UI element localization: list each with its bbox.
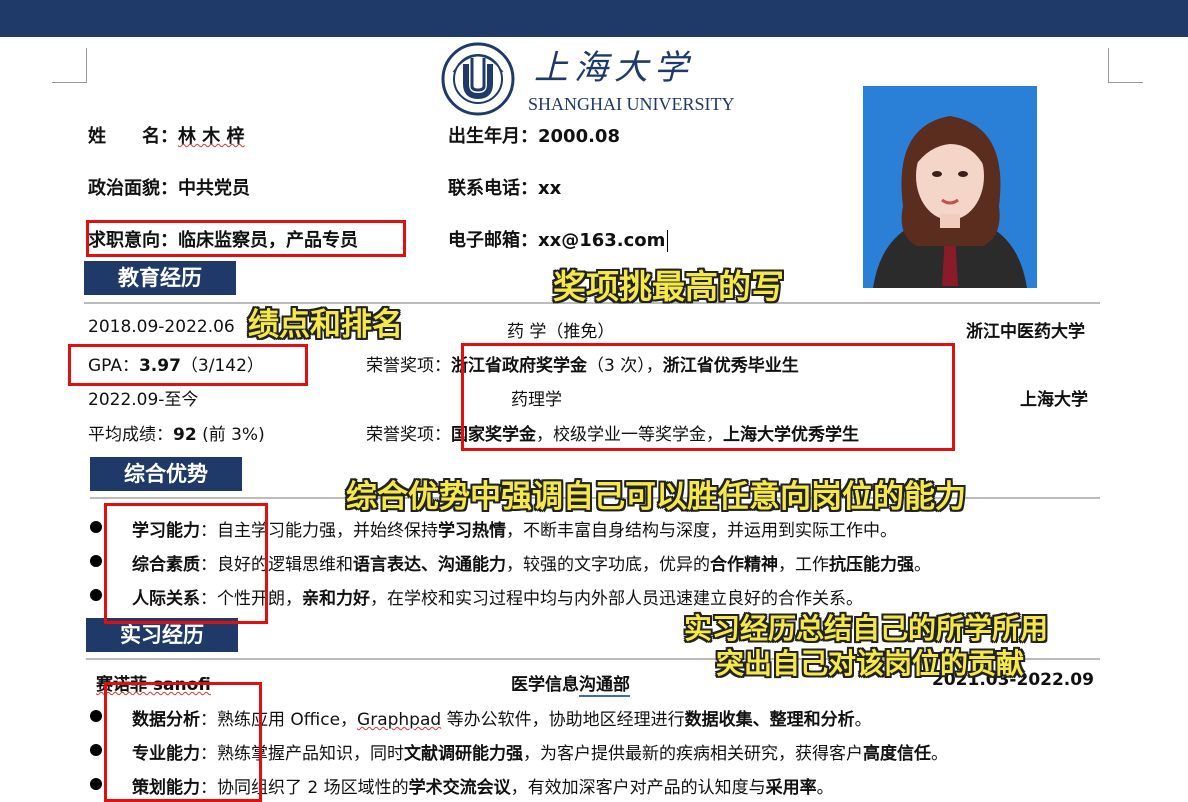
internship-department-b: 沟通部 bbox=[579, 675, 630, 697]
internship-bold: 采用率 bbox=[765, 778, 817, 798]
highlight-box-internship-labels bbox=[104, 682, 262, 802]
politics-row: 政治面貌：中共党员 bbox=[88, 174, 250, 200]
highlight-box-advantage-labels bbox=[104, 503, 268, 624]
internship-text: ，为客户提供最新的疾病相关研究，获得客户 bbox=[523, 744, 863, 764]
advantage-text: ，较强的文字功底，优异的 bbox=[506, 555, 710, 575]
internship-text: 。 bbox=[854, 710, 872, 730]
advantage-bold: 语言表达、沟通能力 bbox=[353, 555, 506, 575]
bullet-icon bbox=[90, 710, 102, 722]
internship-text: 等办公软件，协助地区经理进行 bbox=[441, 710, 685, 730]
internship-text: 。 bbox=[816, 778, 834, 798]
birth-row: 出生年月：2000.08 bbox=[448, 122, 620, 148]
politics-label: 政治面貌： bbox=[88, 178, 178, 199]
bullet-icon bbox=[90, 589, 102, 601]
internship-bold: 高度信任 bbox=[863, 744, 931, 764]
bullet-icon bbox=[90, 778, 102, 790]
annotation-awards: 奖项挑最高的写 bbox=[553, 267, 784, 306]
highlight-box-job-intent bbox=[86, 220, 406, 257]
annotation-gpa: 绩点和排名 bbox=[248, 307, 403, 343]
edu-2-score-label: 平均成绩： bbox=[88, 425, 173, 445]
edu-1-school: 浙江中医药大学 bbox=[966, 322, 1085, 342]
internship-text: Graphpad bbox=[357, 710, 442, 730]
text-cursor bbox=[667, 230, 669, 252]
advantage-bold: 学习热情 bbox=[438, 521, 506, 541]
email-row: 电子邮箱：xx@163.com bbox=[448, 226, 669, 252]
advantage-text: ，不断丰富自身结构与深度，并运用到实际工作中。 bbox=[506, 521, 897, 541]
edu-2-school: 上海大学 bbox=[1020, 390, 1088, 410]
advantage-text: 。 bbox=[914, 555, 931, 575]
highlight-box-gpa bbox=[68, 344, 308, 386]
internship-bold: 数据收集、整理和分析 bbox=[684, 710, 855, 730]
section-header-education: 教育经历 bbox=[84, 261, 236, 295]
phone-row: 联系电话：xx bbox=[448, 174, 561, 200]
university-name-en: SHANGHAI UNIVERSITY bbox=[528, 94, 735, 114]
bullet-icon bbox=[90, 521, 102, 533]
advantage-text: ，工作 bbox=[778, 555, 829, 575]
internship-text: ，有效加深客户对产品的认知度与 bbox=[510, 778, 766, 798]
birth-label: 出生年月： bbox=[448, 126, 538, 147]
edu-2-period: 2022.09-至今 bbox=[88, 390, 199, 410]
phone-value: xx bbox=[538, 178, 562, 199]
bullet-icon bbox=[90, 744, 102, 756]
edu-1-honor-label: 荣誉奖项： bbox=[366, 356, 451, 376]
internship-department-a: 医学信息 bbox=[511, 675, 579, 695]
email-value: xx@163.com bbox=[538, 230, 666, 251]
advantage-bold: 亲和力好 bbox=[302, 589, 370, 609]
section-header-advantages: 综合优势 bbox=[90, 457, 242, 491]
name-value: 林 木 梓 bbox=[178, 126, 245, 147]
edu-1-period: 2018.09-2022.06 bbox=[88, 317, 235, 337]
page-corner-mark-right bbox=[1108, 48, 1143, 83]
edu-1-major: 药 学（推免） bbox=[507, 322, 615, 342]
window-top-bar bbox=[0, 0, 1188, 37]
bullet-icon bbox=[90, 555, 102, 567]
edu-2-honor-label: 荣誉奖项： bbox=[366, 425, 451, 445]
annotation-internship-line2: 突出自己对该岗位的贡献 bbox=[716, 647, 1025, 680]
advantage-bold: 抗压能力强 bbox=[829, 555, 914, 575]
annotation-advantages: 综合优势中强调自己可以胜任意向岗位的能力 bbox=[346, 479, 966, 515]
internship-text: 。 bbox=[931, 744, 948, 764]
email-label: 电子邮箱： bbox=[448, 230, 538, 251]
internship-department: 医学信息沟通部 bbox=[511, 670, 630, 697]
advantage-bold: 合作精神 bbox=[710, 555, 778, 575]
advantage-text: ，在学校和实习过程中均与内外部人员迅速建立良好的合作关系。 bbox=[370, 589, 863, 609]
phone-label: 联系电话： bbox=[448, 178, 538, 199]
edu-2-score-rank: (前 3%) bbox=[196, 425, 265, 445]
page-corner-mark-left bbox=[52, 48, 87, 83]
university-logo-icon bbox=[441, 42, 515, 116]
edu-2-score: 平均成绩：92 (前 3%) bbox=[88, 420, 265, 445]
edu-2-score-value: 92 bbox=[173, 425, 197, 445]
birth-value: 2000.08 bbox=[538, 126, 620, 147]
university-name-cn: 上海大学 bbox=[534, 48, 694, 88]
politics-value: 中共党员 bbox=[178, 178, 250, 199]
name-label: 姓 名： bbox=[88, 126, 178, 147]
profile-photo bbox=[863, 86, 1037, 288]
name-row: 姓 名：林 木 梓 bbox=[88, 122, 245, 148]
internship-bold: 文献调研能力强 bbox=[404, 744, 523, 764]
internship-bold: 学术交流会议 bbox=[408, 778, 511, 798]
annotation-internship-line1: 实习经历总结自己的所学所用 bbox=[684, 612, 1049, 645]
highlight-box-awards bbox=[461, 343, 955, 451]
